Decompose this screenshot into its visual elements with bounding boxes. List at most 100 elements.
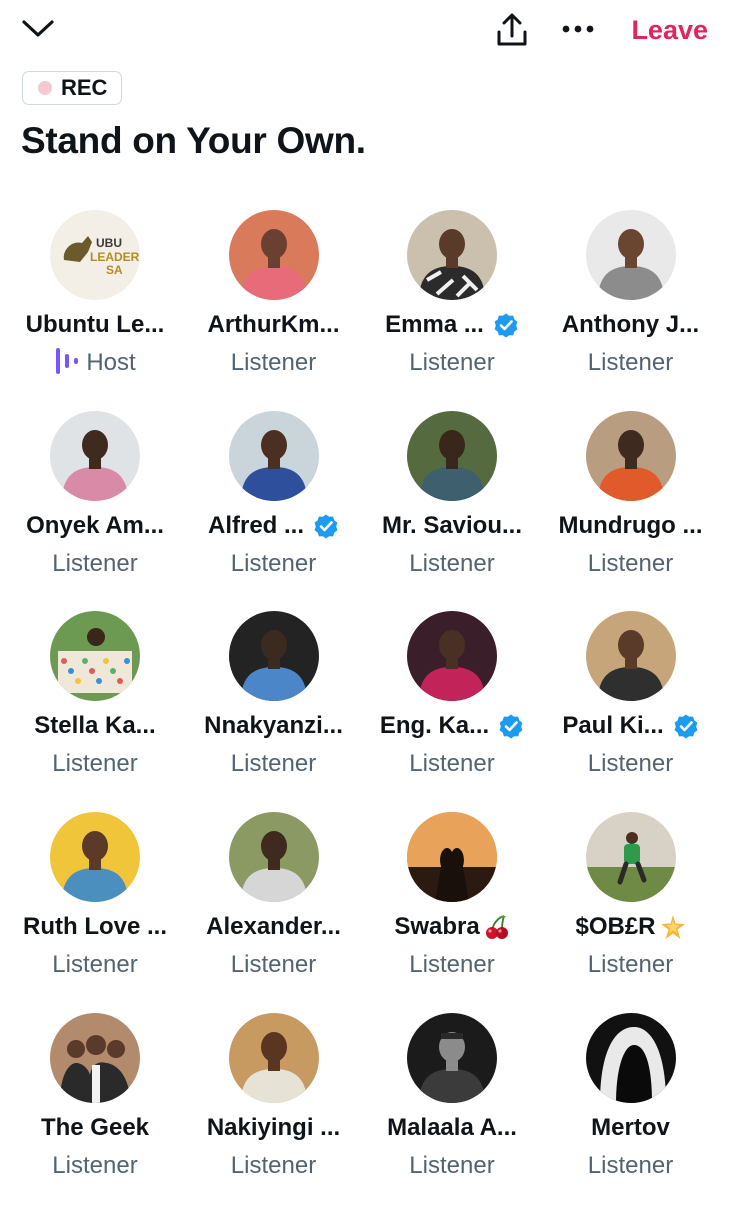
participant-tile[interactable]: Stella Ka... Listener [6, 611, 185, 812]
participant-tile[interactable]: Alexander... Listener [185, 812, 364, 1013]
participant-name-row: Onyek Am... [6, 508, 184, 544]
participant-role-row: Listener [185, 1150, 363, 1182]
participant-role: Listener [587, 750, 674, 778]
participant-tile[interactable]: Nakiyingi ... Listener [185, 1012, 364, 1213]
avatar[interactable] [50, 611, 140, 702]
participant-role-row: Listener [363, 949, 541, 981]
participant-name-row: Swabra [363, 909, 541, 945]
participant-name: Mr. Saviou... [381, 511, 523, 539]
avatar[interactable] [585, 812, 676, 903]
verified-badge-icon [313, 513, 339, 539]
participant-name-row: $OB£R [542, 909, 720, 945]
avatar[interactable]: UBU LEADER SA [50, 210, 140, 300]
participant-tile[interactable]: Nnakyanzi... Listener [185, 611, 364, 812]
participant-role-row: Listener [542, 949, 720, 981]
chevron-down-icon[interactable] [20, 14, 56, 44]
participant-name: The Geek [40, 1113, 150, 1141]
svg-text:LEADER: LEADER [90, 250, 140, 264]
share-upload-icon[interactable] [492, 10, 532, 50]
participant-role-row: Host [6, 347, 184, 379]
participant-role: Listener [587, 1151, 674, 1179]
participant-name: Nakiyingi ... [206, 1113, 341, 1141]
avatar[interactable] [228, 1012, 319, 1103]
participant-tile[interactable]: Mertov Listener [542, 1012, 721, 1213]
verified-badge-icon [498, 713, 524, 739]
participant-role-row: Listener [363, 548, 541, 580]
participant-name: Mertov [591, 1113, 670, 1141]
participant-name-row: The Geek [6, 1110, 184, 1146]
participant-tile[interactable]: UBU LEADER SA Ubuntu Le... Host [6, 210, 185, 411]
participant-role: Listener [52, 750, 138, 778]
participant-name-row: Alexander... [185, 909, 363, 945]
participant-role: Listener [52, 549, 138, 577]
participant-name: Ruth Love ... [23, 913, 167, 941]
avatar[interactable] [228, 410, 319, 501]
avatar[interactable] [407, 812, 497, 903]
participant-role: Listener [409, 1151, 495, 1179]
svg-text:UBU: UBU [96, 236, 122, 250]
avatar[interactable] [407, 611, 497, 702]
participant-tile[interactable]: Swabra Listener [363, 812, 542, 1013]
participant-name: Alfred ... [207, 511, 304, 539]
participant-name: Emma ... [385, 311, 484, 338]
svg-text:SA: SA [106, 263, 123, 277]
avatar[interactable] [50, 812, 140, 903]
participant-name-row: Mundrugo ... [542, 508, 720, 544]
avatar[interactable] [228, 812, 319, 903]
participant-role: Listener [230, 349, 317, 376]
participant-name-row: Ubuntu Le... [6, 307, 184, 343]
participant-tile[interactable]: Alfred ... Listener [185, 410, 364, 612]
avatar[interactable] [407, 410, 497, 501]
participant-tile[interactable]: Ruth Love ... Listener [6, 812, 185, 1013]
participant-role-row: Listener [185, 347, 363, 379]
participant-role-row: Listener [363, 748, 541, 780]
participant-role-row: Listener [363, 1150, 541, 1182]
participant-tile[interactable]: Emma ... Listener [363, 210, 542, 411]
avatar[interactable] [50, 410, 140, 501]
participant-role-row: Listener [542, 548, 720, 580]
participant-name-row: Stella Ka... [6, 708, 184, 744]
participant-role-row: Listener [6, 748, 184, 780]
participant-role: Host [86, 349, 136, 376]
participant-tile[interactable]: $OB£R Listener [542, 812, 721, 1013]
participant-name: Eng. Ka... [379, 712, 490, 740]
participant-role-row: Listener [6, 548, 184, 580]
participant-tile[interactable]: Paul Ki... Listener [542, 611, 721, 812]
avatar[interactable] [585, 210, 676, 300]
participant-name-row: Mr. Saviou... [363, 508, 541, 544]
participant-tile[interactable]: Onyek Am... Listener [6, 410, 185, 612]
cherries-icon [484, 914, 510, 940]
participant-tile[interactable]: Mr. Saviou... Listener [363, 410, 542, 612]
participant-tile[interactable]: Malaala A... Listener [363, 1012, 542, 1213]
participant-name: Paul Ki... [562, 712, 664, 740]
participant-name-row: Anthony J... [542, 307, 720, 343]
participant-role-row: Listener [6, 949, 184, 981]
participant-tile[interactable]: Mundrugo ... Listener [542, 410, 721, 612]
avatar[interactable] [585, 410, 676, 501]
avatar[interactable] [407, 1012, 497, 1103]
participant-tile[interactable]: Eng. Ka... Listener [363, 611, 542, 812]
speaking-bars-icon [54, 346, 80, 381]
avatar[interactable] [228, 210, 319, 300]
more-dots-icon[interactable] [558, 12, 598, 46]
participant-role: Listener [230, 951, 317, 979]
participant-name: ArthurKm... [207, 311, 340, 338]
space-title: Stand on Your Own. [21, 120, 366, 161]
participant-name-row: Malaala A... [363, 1110, 541, 1146]
participant-tile[interactable]: The Geek Listener [6, 1012, 185, 1213]
avatar[interactable] [50, 1012, 140, 1103]
participant-name: Nnakyanzi... [204, 712, 343, 740]
participant-name-row: Nakiyingi ... [185, 1110, 363, 1146]
participant-tile[interactable]: ArthurKm... Listener [185, 210, 364, 411]
leave-button[interactable]: Leave [622, 10, 708, 50]
sparkle-star-icon [660, 914, 686, 940]
avatar[interactable] [407, 210, 497, 300]
participant-name: Mundrugo ... [558, 511, 703, 539]
avatar[interactable] [228, 611, 319, 702]
participant-name: Malaala A... [387, 1113, 517, 1141]
avatar[interactable] [585, 611, 676, 702]
avatar[interactable] [585, 1012, 676, 1103]
participant-role-row: Listener [363, 347, 541, 379]
participant-tile[interactable]: Anthony J... Listener [542, 210, 721, 411]
participant-role: Listener [587, 549, 674, 577]
